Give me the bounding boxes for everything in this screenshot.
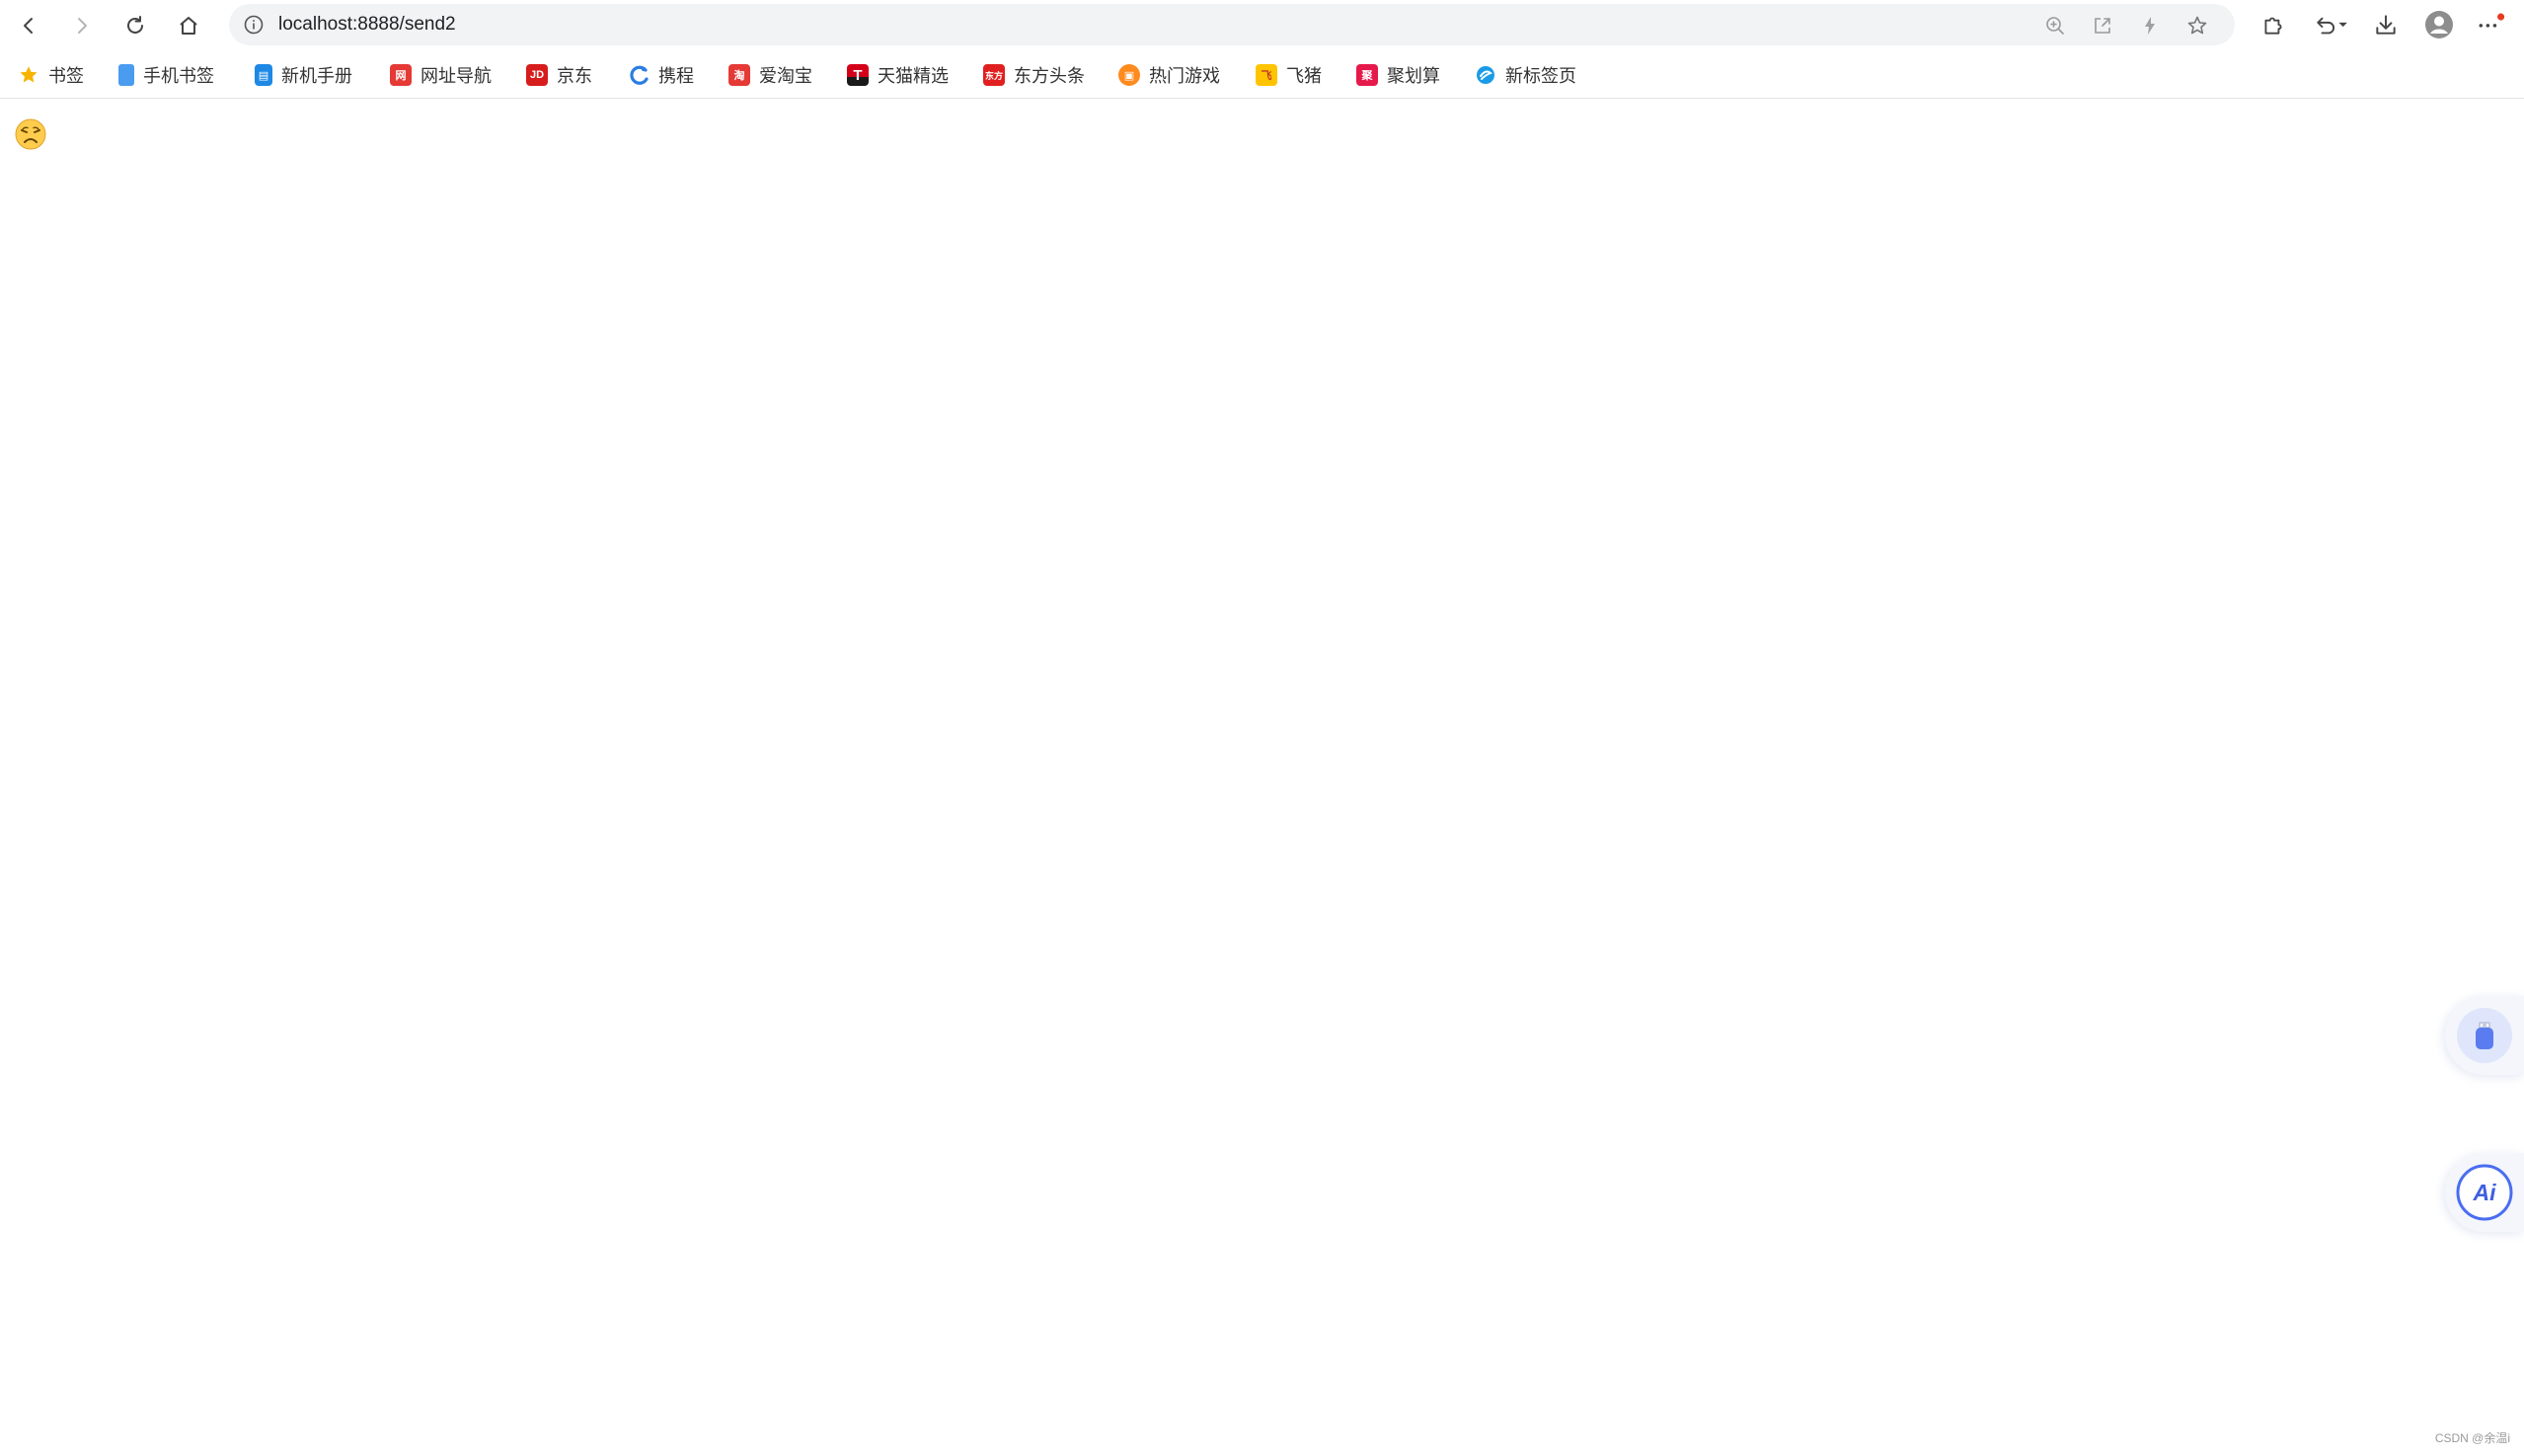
bookmark-label: 东方头条 xyxy=(1014,66,1085,86)
bookmark-item-ctrip[interactable]: 携程 xyxy=(628,61,694,89)
download-button[interactable] xyxy=(2371,10,2401,39)
juhuasuan-icon: 聚 xyxy=(1356,64,1378,86)
bookmark-label: 热门游戏 xyxy=(1149,66,1220,86)
bookmark-item-dftt[interactable]: 东方 东方头条 xyxy=(983,61,1085,89)
bookmark-label: 聚划算 xyxy=(1387,66,1440,86)
reload-icon xyxy=(127,16,143,34)
fliggy-icon: 飞 xyxy=(1256,64,1277,86)
zoom-icon[interactable] xyxy=(2043,14,2067,38)
bookmark-label: 网址导航 xyxy=(421,66,492,86)
undo-button[interactable] xyxy=(2312,10,2351,39)
taobao-icon: 淘 xyxy=(728,64,750,86)
extensions-button[interactable] xyxy=(2258,10,2288,39)
profile-icon xyxy=(2425,11,2453,38)
bookmarks-bar: 书签 手机书签 ▤ 新机手册 网 网址导航 JD 京东 携程 淘 爱淘宝 T 天… xyxy=(0,51,2524,99)
bookmark-item-tmall[interactable]: T 天猫精选 xyxy=(847,61,949,89)
jd-icon: JD xyxy=(526,64,548,86)
newtab-icon xyxy=(1477,66,1494,84)
undo-icon xyxy=(2317,17,2347,35)
nav-icon: 网 xyxy=(390,64,412,86)
bookmark-item-nav[interactable]: 网 网址导航 xyxy=(390,61,492,89)
bookmark-label: 携程 xyxy=(658,66,694,86)
extensions-icon xyxy=(2264,17,2282,35)
home-button[interactable] xyxy=(170,8,207,43)
share-icon[interactable] xyxy=(2091,14,2114,38)
browser-toolbar: localhost:8888/send2 xyxy=(0,0,2524,51)
phone-icon xyxy=(118,64,134,86)
ai-icon: Ai xyxy=(2456,1164,2513,1221)
page-content: Ai CSDN @余温i xyxy=(0,100,2524,1456)
url-text[interactable]: localhost:8888/send2 xyxy=(278,4,456,45)
book-icon: ▤ xyxy=(255,64,272,86)
bookmark-label: 书签 xyxy=(48,66,84,86)
persevering-face-icon xyxy=(15,118,46,150)
watermark: CSDN @余温i xyxy=(2434,1431,2510,1445)
bookmark-label: 新机手册 xyxy=(281,66,352,86)
bookmark-item-games[interactable]: ▣ 热门游戏 xyxy=(1118,61,1220,89)
bookmark-item-manual[interactable]: ▤ 新机手册 xyxy=(255,61,352,89)
bookmark-label: 飞猪 xyxy=(1286,66,1322,86)
address-bar[interactable]: localhost:8888/send2 xyxy=(229,4,2235,45)
svg-text:Ai: Ai xyxy=(2473,1180,2497,1205)
bookmark-label: 新标签页 xyxy=(1505,66,1576,86)
bookmark-item-taobao[interactable]: 淘 爱淘宝 xyxy=(728,61,812,89)
download-icon xyxy=(2376,15,2396,35)
dftt-icon: 东方 xyxy=(983,64,1005,86)
more-icon xyxy=(2479,13,2505,28)
star-icon[interactable] xyxy=(2185,14,2209,38)
back-button[interactable] xyxy=(10,8,47,43)
usb-assistant-button[interactable] xyxy=(2445,996,2524,1075)
ctrip-icon xyxy=(630,65,649,85)
bookmark-label: 天猫精选 xyxy=(878,66,949,86)
ai-assistant-button[interactable]: Ai xyxy=(2445,1153,2524,1232)
bookmark-label: 京东 xyxy=(557,66,592,86)
bookmark-item-juhuasuan[interactable]: 聚 聚划算 xyxy=(1356,61,1440,89)
more-button[interactable] xyxy=(2476,10,2505,39)
site-info-icon[interactable] xyxy=(243,14,265,36)
tmall-icon: T xyxy=(847,64,869,86)
star-icon xyxy=(20,66,38,83)
bookmark-label: 手机书签 xyxy=(143,66,214,86)
bookmark-item-newtab[interactable]: 新标签页 xyxy=(1475,61,1576,89)
bookmark-item-bookmarks[interactable]: 书签 xyxy=(18,61,84,89)
bookmark-item-fliggy[interactable]: 飞 飞猪 xyxy=(1256,61,1322,89)
back-icon xyxy=(24,18,33,34)
bookmark-item-mobile[interactable]: 手机书签 xyxy=(118,61,214,89)
reload-button[interactable] xyxy=(116,8,154,43)
bookmark-label: 爱淘宝 xyxy=(759,66,812,86)
game-icon: ▣ xyxy=(1118,64,1140,86)
bookmark-item-jd[interactable]: JD 京东 xyxy=(526,61,592,89)
forward-button[interactable] xyxy=(63,8,101,43)
profile-button[interactable] xyxy=(2424,10,2454,39)
forward-icon xyxy=(78,18,87,34)
flash-icon[interactable] xyxy=(2138,14,2162,38)
home-icon xyxy=(180,17,197,35)
usb-icon xyxy=(2457,1008,2512,1063)
